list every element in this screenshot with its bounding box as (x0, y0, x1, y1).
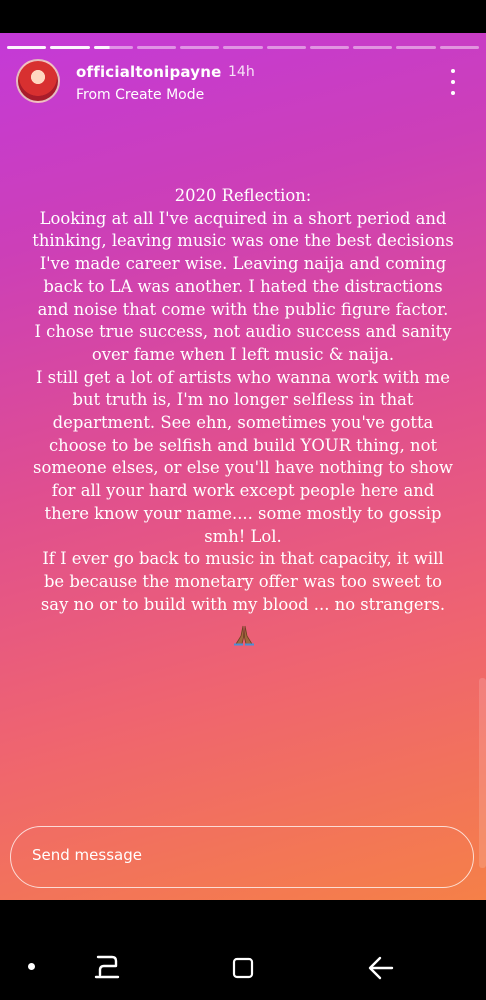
story-line: there know your name.... some mostly to … (44, 503, 442, 523)
left-cuff (234, 643, 243, 646)
username[interactable]: officialtonipayne (76, 63, 222, 81)
progress-segment (309, 46, 350, 49)
progress-segment (353, 46, 393, 49)
story-line: for all your hard work except people her… (51, 481, 435, 501)
story-line: Looking at all I've acquired in a short … (39, 208, 447, 228)
system-nav-bar (0, 900, 486, 1000)
dot (451, 91, 455, 95)
progress-segment (396, 46, 436, 49)
dot (451, 80, 455, 84)
story-line: If I ever go back to music in that capac… (42, 549, 444, 569)
story-line: choose to be selfish and build YOUR thin… (48, 435, 438, 455)
nav-dot-icon[interactable] (28, 963, 35, 970)
story-line: I've made career wise. Leaving naija and… (39, 254, 447, 274)
story-viewer[interactable]: officialtonipayne 14h From Create Mode 2… (0, 33, 486, 900)
progress-segment (266, 46, 306, 49)
story-text: 2020 Reflection: Looking at all I've acq… (20, 185, 466, 616)
story-progress-bar (7, 46, 479, 49)
home-icon[interactable] (232, 957, 254, 979)
progress-segment (180, 46, 220, 49)
story-line: back to LA was another. I hated the dist… (43, 276, 443, 296)
story-line: say no or to build with my blood ... no … (40, 594, 446, 614)
story-line: thinking, leaving music was one the best… (32, 231, 454, 251)
scroll-indicator (479, 678, 486, 868)
back-icon[interactable] (366, 955, 396, 981)
story-line: but truth is, I'm no longer selfless in … (72, 390, 414, 410)
post-time: 14h (228, 64, 255, 80)
progress-segment (7, 46, 47, 49)
story-line: and noise that come with the public figu… (37, 299, 449, 319)
story-line: be because the monetary offer was too sw… (43, 571, 443, 591)
story-line: smh! Lol. (204, 526, 282, 546)
avatar[interactable] (16, 59, 60, 103)
progress-segment-current (93, 46, 133, 49)
story-line: 2020 Reflection: (174, 186, 312, 205)
story-line: someone elses, or else you'll have nothi… (33, 458, 453, 478)
progress-segment (439, 46, 479, 49)
dot (451, 69, 455, 73)
right-cuff (245, 643, 254, 646)
progress-segment (223, 46, 263, 49)
status-bar (0, 0, 486, 33)
story-line: over fame when I left music & naija. (91, 344, 395, 364)
send-message-placeholder: Send message (32, 846, 142, 864)
folded-hands-icon (234, 625, 254, 646)
recent-apps-icon[interactable] (92, 953, 124, 981)
more-options-icon[interactable] (446, 69, 460, 95)
progress-segment (50, 46, 90, 49)
story-line: department. See ehn, sometimes you've go… (52, 413, 434, 433)
story-subtitle[interactable]: From Create Mode (76, 87, 204, 103)
story-line: I chose true success, not audio success … (34, 322, 452, 342)
story-line: I still get a lot of artists who wanna w… (36, 367, 450, 387)
send-message-input[interactable]: Send message (10, 826, 474, 888)
progress-segment (136, 46, 177, 49)
